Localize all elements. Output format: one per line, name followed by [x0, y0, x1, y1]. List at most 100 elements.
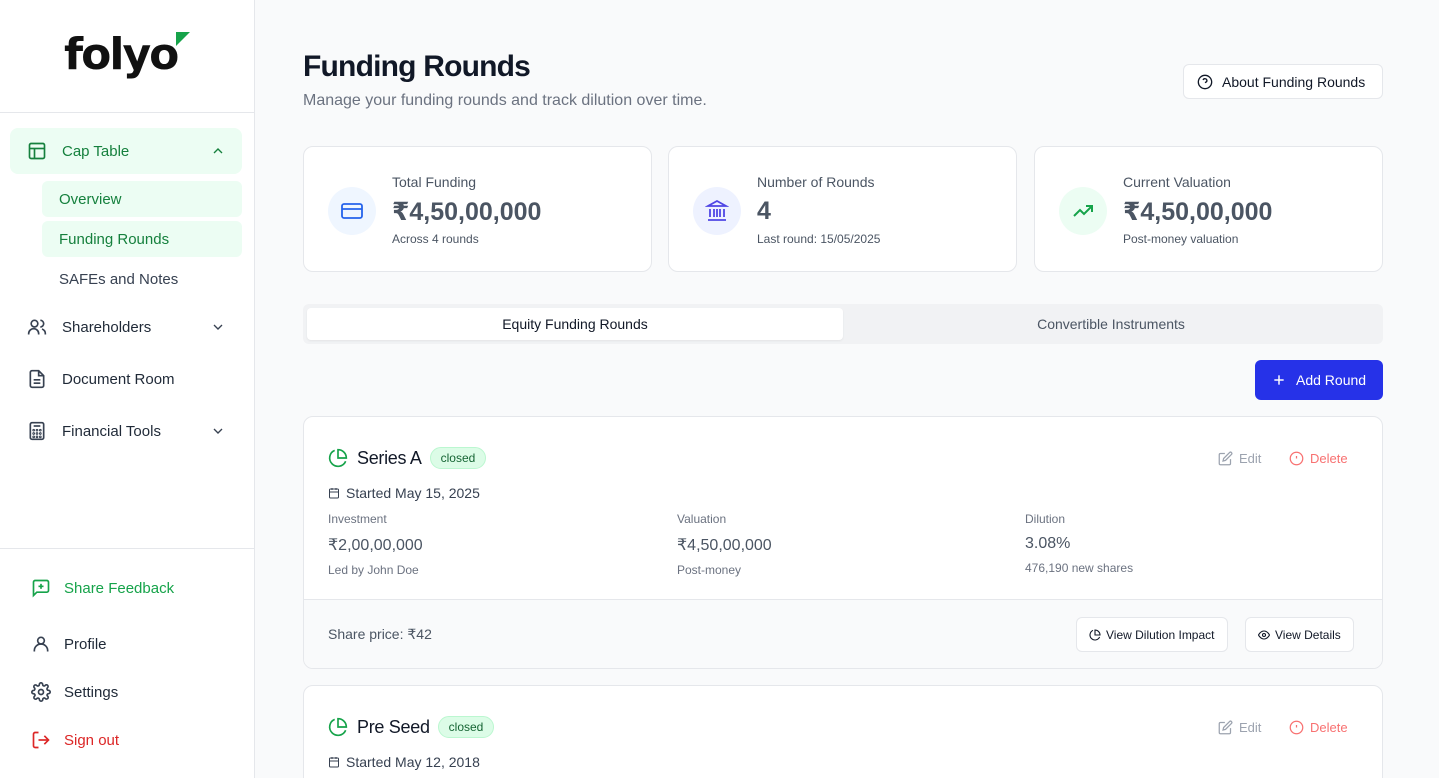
stat-label: Number of Rounds — [757, 174, 875, 190]
stat-label: Current Valuation — [1123, 174, 1231, 190]
view-details-button[interactable]: View Details — [1245, 617, 1354, 652]
sidebar-subitem-label: Overview — [59, 190, 122, 208]
sidebar-subitem-funding-rounds[interactable]: Funding Rounds — [42, 221, 242, 257]
calendar-icon — [329, 757, 339, 768]
calendar-icon — [329, 488, 339, 499]
stat-label: Total Funding — [392, 174, 477, 190]
sidebar-subitem-overview[interactable]: Overview — [42, 181, 242, 217]
round-card-footer: Share price: ₹42 View Dilution Impact Vi… — [304, 599, 1382, 668]
edit-round-button[interactable]: Edit — [1218, 451, 1261, 466]
stat-note: Last round: 15/05/2025 — [757, 232, 881, 246]
profile-label: Profile — [64, 635, 107, 653]
dilution-note: 476,190 new shares — [1025, 561, 1134, 575]
sidebar-divider — [0, 548, 255, 549]
pie-chart-icon — [328, 717, 348, 737]
round-name: Series A — [357, 447, 422, 468]
round-start-date: Started May 12, 2018 — [328, 754, 480, 770]
add-round-button[interactable]: Add Round — [1255, 360, 1383, 400]
delete-label: Delete — [1310, 451, 1348, 466]
valuation-value: ₹4,50,00,000 — [677, 537, 772, 554]
delete-round-button[interactable]: Delete — [1289, 451, 1348, 466]
delete-label: Delete — [1310, 720, 1348, 735]
dilution-column: Dilution 3.08% 476,190 new shares — [1025, 512, 1133, 575]
settings-label: Settings — [64, 683, 119, 701]
round-card: Series A closed Edit Delete Started May … — [303, 416, 1383, 669]
gear-icon — [30, 681, 52, 703]
add-round-label: Add Round — [1296, 372, 1367, 388]
tab-convertible-instruments[interactable]: Convertible Instruments — [843, 308, 1379, 340]
edit-label: Edit — [1239, 720, 1262, 735]
alert-circle-icon — [1289, 720, 1304, 735]
settings-link[interactable]: Settings — [30, 679, 118, 705]
sidebar-divider — [0, 112, 255, 113]
sidebar-item-label: Financial Tools — [62, 422, 161, 440]
plus-icon — [1274, 375, 1284, 385]
sidebar-subitem-safes-notes[interactable]: SAFEs and Notes — [42, 261, 242, 297]
stat-card-total-funding: Total Funding ₹4,50,00,000 Across 4 roun… — [303, 146, 652, 272]
document-icon — [26, 368, 48, 390]
round-card: Pre Seed closed Edit Delete Started May … — [303, 685, 1383, 778]
status-badge: closed — [437, 716, 495, 738]
view-dilution-label: View Dilution Impact — [1106, 627, 1215, 642]
help-circle-icon — [1197, 74, 1213, 89]
investment-value: ₹2,00,00,000 — [328, 537, 423, 554]
stat-value: ₹4,50,00,000 — [392, 198, 542, 226]
sidebar-item-cap-table[interactable]: Cap Table — [10, 128, 242, 174]
investment-column: Investment ₹2,00,00,000 Led by John Doe — [328, 512, 423, 577]
bank-icon — [693, 187, 741, 235]
logo-text: folyo — [64, 29, 179, 80]
start-date-text: Started May 15, 2025 — [346, 485, 480, 501]
calculator-icon — [26, 420, 48, 442]
sidebar-item-label: Cap Table — [62, 142, 130, 160]
round-start-date: Started May 15, 2025 — [328, 485, 480, 501]
page-title: Funding Rounds — [303, 50, 531, 83]
logo-flag-icon — [176, 32, 190, 46]
folyo-logo[interactable]: folyo — [64, 29, 190, 80]
sidebar-item-financial-tools[interactable]: Financial Tools — [10, 408, 242, 454]
trending-up-icon — [1059, 187, 1107, 235]
sidebar-item-document-room[interactable]: Document Room — [10, 356, 242, 402]
table-icon — [26, 140, 48, 162]
chevron-down-icon[interactable] — [210, 423, 226, 439]
share-feedback-link[interactable]: Share Feedback — [30, 575, 174, 601]
share-price: Share price: ₹42 — [328, 626, 432, 642]
valuation-note: Post-money — [677, 563, 742, 577]
dilution-value: 3.08% — [1025, 535, 1071, 552]
credit-card-icon — [328, 187, 376, 235]
sign-out-link[interactable]: Sign out — [30, 727, 119, 753]
view-details-label: View Details — [1275, 627, 1341, 642]
round-name: Pre Seed — [357, 716, 430, 737]
stat-value: ₹4,50,00,000 — [1123, 198, 1273, 226]
chevron-down-icon[interactable] — [210, 319, 226, 335]
investment-note: Led by John Doe — [328, 563, 419, 577]
share-feedback-label: Share Feedback — [64, 579, 175, 597]
edit-icon — [1218, 451, 1233, 466]
message-plus-icon — [30, 577, 52, 599]
stat-card-current-valuation: Current Valuation ₹4,50,00,000 Post-mone… — [1034, 146, 1383, 272]
valuation-label: Valuation — [677, 512, 727, 526]
edit-icon — [1218, 720, 1233, 735]
pie-chart-icon — [1089, 628, 1101, 641]
sidebar-item-shareholders[interactable]: Shareholders — [10, 304, 242, 350]
profile-link[interactable]: Profile — [30, 631, 107, 657]
users-icon — [26, 316, 48, 338]
tab-equity-funding-rounds[interactable]: Equity Funding Rounds — [307, 308, 843, 340]
view-dilution-impact-button[interactable]: View Dilution Impact — [1076, 617, 1228, 652]
edit-round-button[interactable]: Edit — [1218, 720, 1261, 735]
sidebar: folyo Cap Table Overview Funding Rounds … — [0, 0, 255, 778]
page-subtitle: Manage your funding rounds and track dil… — [303, 92, 707, 109]
round-card-header: Series A closed — [328, 447, 487, 469]
sign-out-label: Sign out — [64, 731, 120, 749]
edit-label: Edit — [1239, 451, 1262, 466]
eye-icon — [1258, 629, 1270, 640]
delete-round-button[interactable]: Delete — [1289, 720, 1348, 735]
sidebar-item-label: Document Room — [62, 370, 175, 388]
sidebar-item-label: Shareholders — [62, 318, 152, 336]
dilution-label: Dilution — [1025, 512, 1066, 526]
start-date-text: Started May 12, 2018 — [346, 754, 480, 770]
chevron-up-icon[interactable] — [210, 143, 226, 159]
about-funding-rounds-button[interactable]: About Funding Rounds — [1183, 64, 1383, 99]
sidebar-subitem-label: Funding Rounds — [59, 230, 170, 248]
alert-circle-icon — [1289, 451, 1304, 466]
round-type-tabs: Equity Funding Rounds Convertible Instru… — [303, 304, 1383, 344]
